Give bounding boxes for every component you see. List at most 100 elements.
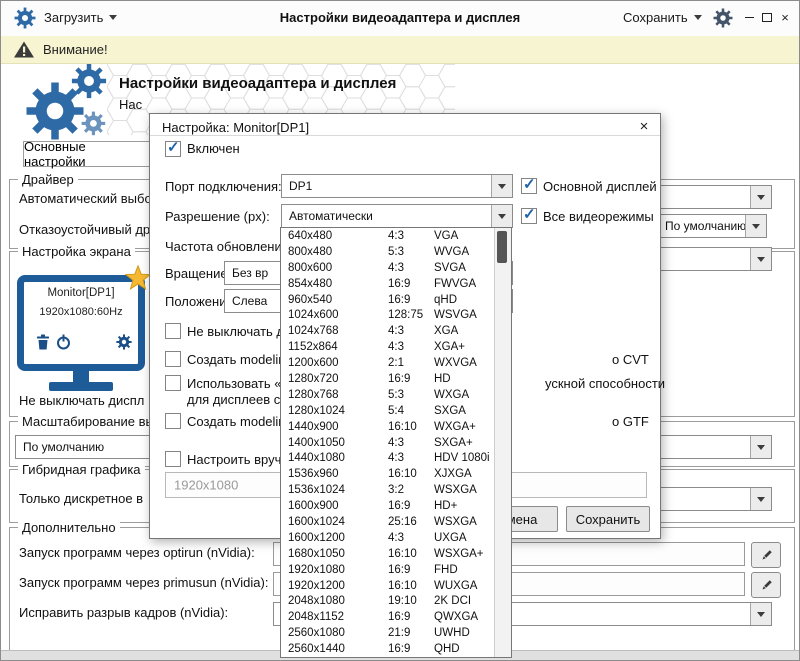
resolution-option[interactable]: 1440x10804:3HDV 1080i — [281, 450, 494, 466]
resolution-option[interactable]: 1920x120016:10WUXGA — [281, 578, 494, 594]
resolution-option-name: SVGA — [434, 262, 494, 274]
resolution-option[interactable]: 640x4804:3VGA — [281, 228, 494, 244]
resolution-option[interactable]: 1536x96016:10XJXGA — [281, 466, 494, 482]
dpms-main-label: Не выключать диспл — [19, 393, 144, 408]
monitor-settings-button[interactable] — [116, 334, 132, 355]
resolution-option-name: HDV 1080i — [434, 452, 494, 464]
all-modes-checkbox[interactable] — [521, 208, 537, 224]
app-window: Загрузить Настройки видеоадаптера и дисп… — [0, 0, 800, 661]
refresh-rate-label: Частота обновления — [165, 239, 289, 254]
save-menu-button[interactable]: Сохранить — [623, 10, 702, 25]
resolution-option[interactable]: 1920x108016:9FHD — [281, 562, 494, 578]
resolution-option-name: WUXGA — [434, 580, 494, 592]
resolution-scrollbar[interactable] — [494, 228, 511, 657]
failsafe-driver-select[interactable]: По умолчанию — [657, 214, 767, 238]
resolution-option-name: XGA+ — [434, 341, 494, 353]
resolution-option-res: 1024x768 — [281, 325, 388, 337]
resolution-option[interactable]: 1680x105016:10WSXGA+ — [281, 546, 494, 562]
resolution-option-res: 1680x1050 — [281, 548, 388, 560]
primusrun-edit-button[interactable] — [751, 572, 781, 598]
cvt-reduced-line2: для дисплеев с в — [187, 392, 291, 407]
resolution-option-name: HD — [434, 373, 494, 385]
manual-resolution-value: 1920x1080 — [174, 478, 238, 493]
gear-icon — [116, 334, 132, 350]
manual-checkbox[interactable] — [165, 451, 181, 467]
tab-basic-settings[interactable]: Основные настройки — [23, 141, 150, 167]
resolution-option[interactable]: 800x6004:3SVGA — [281, 260, 494, 276]
position-value: Слева — [232, 294, 267, 308]
resolution-option[interactable]: 1152x8644:3XGA+ — [281, 339, 494, 355]
scaling-value: По умолчанию — [23, 440, 104, 454]
resolution-option[interactable]: 1024x7684:3XGA — [281, 323, 494, 339]
resolution-option-res: 1536x960 — [281, 468, 388, 480]
port-select[interactable]: DP1 — [281, 174, 513, 198]
maximize-icon — [762, 13, 772, 22]
scrollbar-thumb[interactable] — [497, 231, 507, 263]
resolution-option-ratio: 4:3 — [388, 262, 434, 274]
resolution-label: Разрешение (px): — [165, 209, 270, 224]
resolution-option[interactable]: 800x4805:3WVGA — [281, 244, 494, 260]
close-button[interactable]: × — [777, 9, 793, 25]
monitor-name: Monitor[DP1] — [24, 287, 138, 299]
resolution-option[interactable]: 1536x10243:2WSXGA — [281, 482, 494, 498]
resolution-option[interactable]: 2560x144016:9QHD — [281, 641, 494, 657]
maximize-button[interactable] — [759, 9, 775, 25]
resolution-option-name: XJXGA — [434, 468, 494, 480]
optirun-label: Запуск программ через optirun (nVidia): — [19, 545, 255, 560]
resolution-option-ratio: 5:3 — [388, 389, 434, 401]
resolution-option[interactable]: 1280x72016:9HD — [281, 371, 494, 387]
cvt-label-fragment: о CVT — [612, 352, 649, 367]
resolution-option-ratio: 4:3 — [388, 532, 434, 544]
settings-gear-button[interactable] — [713, 8, 733, 33]
cvt-reduced-checkbox[interactable] — [165, 375, 181, 391]
group-scaling-label: Масштабирование вы — [18, 414, 159, 429]
delete-monitor-button[interactable] — [36, 334, 50, 355]
enabled-checkbox[interactable] — [165, 141, 181, 157]
power-monitor-button[interactable] — [56, 334, 71, 355]
tearfree-label: Исправить разрыв кадров (nVidia): — [19, 605, 228, 620]
resolution-option-res: 1280x1024 — [281, 405, 388, 417]
resolution-option-name: VGA — [434, 230, 494, 242]
optirun-edit-button[interactable] — [751, 542, 781, 568]
resolution-option-res: 1600x1200 — [281, 532, 388, 544]
dialog-close-button[interactable]: × — [634, 117, 654, 135]
resolution-option[interactable]: 960x54016:9qHD — [281, 292, 494, 308]
resolution-option[interactable]: 854x48016:9FWVGA — [281, 276, 494, 292]
resolution-option[interactable]: 2048x108019:102K DCI — [281, 593, 494, 609]
resolution-value: Автоматически — [289, 209, 373, 223]
resolution-option[interactable]: 1600x102425:16WSXGA — [281, 514, 494, 530]
resolution-option-name: FHD — [434, 564, 494, 576]
resolution-option[interactable]: 2560x108021:9UWHD — [281, 625, 494, 641]
minimize-button[interactable] — [741, 9, 757, 25]
resolution-option-name: WXGA+ — [434, 421, 494, 433]
resolution-option-ratio: 16:9 — [388, 278, 434, 290]
resolution-select[interactable]: Автоматически — [281, 204, 513, 228]
resolution-option[interactable]: 1280x7685:3WXGA — [281, 387, 494, 403]
resolution-option[interactable]: 1600x90016:9HD+ — [281, 498, 494, 514]
resolution-option-name: WSXGA+ — [434, 548, 494, 560]
failsafe-driver-label: Отказоустойчивый др — [19, 222, 150, 237]
gtf-label-fragment: о GTF — [612, 414, 649, 429]
resolution-option[interactable]: 1200x6002:1WXVGA — [281, 355, 494, 371]
resolution-option-res: 1920x1080 — [281, 564, 388, 576]
star-icon — [125, 265, 151, 295]
resolution-option[interactable]: 1024x600128:75WSVGA — [281, 307, 494, 323]
resolution-option[interactable]: 1280x10245:4SXGA — [281, 403, 494, 419]
dpms-checkbox[interactable] — [165, 323, 181, 339]
dialog-title-separator — [150, 135, 660, 136]
resolution-option[interactable]: 2048x115216:9QWXGA — [281, 609, 494, 625]
primary-display-checkbox[interactable] — [521, 178, 537, 194]
resolution-option[interactable]: 1400x10504:3SXGA+ — [281, 435, 494, 451]
cvt-checkbox[interactable] — [165, 351, 181, 367]
gtf-label: Создать modeline — [187, 414, 293, 429]
resolution-option[interactable]: 1600x12004:3UXGA — [281, 530, 494, 546]
save-button[interactable]: Сохранить — [566, 506, 650, 532]
resolution-option-res: 1152x864 — [281, 341, 388, 353]
resolution-option-res: 1600x900 — [281, 500, 388, 512]
resolution-option-res: 1024x600 — [281, 309, 388, 321]
resolution-option-ratio: 16:9 — [388, 611, 434, 623]
gtf-checkbox[interactable] — [165, 413, 181, 429]
page-subtitle: Нас — [119, 97, 142, 112]
resolution-option-ratio: 16:10 — [388, 421, 434, 433]
resolution-option[interactable]: 1440x90016:10WXGA+ — [281, 419, 494, 435]
